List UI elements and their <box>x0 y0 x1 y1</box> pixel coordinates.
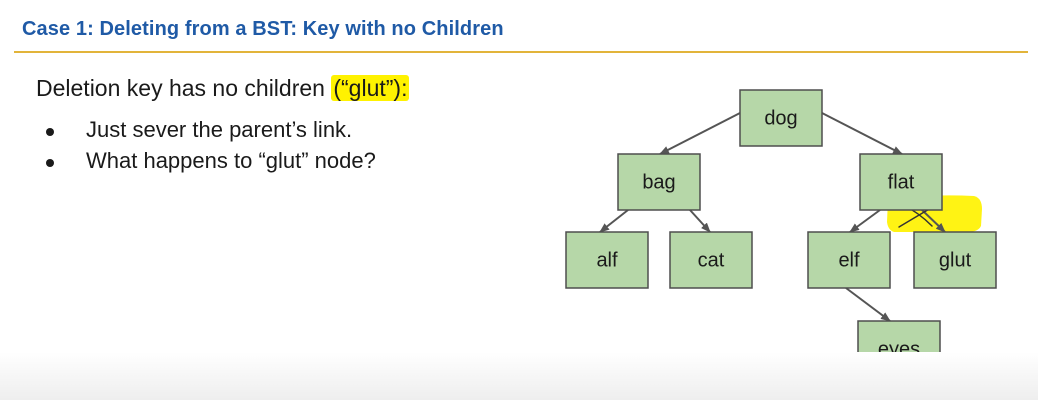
node-label: cat <box>698 249 725 271</box>
tree-node-cat: cat <box>669 231 753 289</box>
edge-bag-cat <box>689 209 711 233</box>
edge-elf-eyes <box>845 287 891 322</box>
bottom-fade <box>0 352 1038 400</box>
node-label: bag <box>642 171 675 193</box>
tree-node-bag: bag <box>617 153 701 211</box>
nodes-layer: dogbag flatalf cat elf gluteyes <box>565 89 997 378</box>
tree-node-alf: alf <box>565 231 649 289</box>
tree-node-elf: elf <box>807 231 891 289</box>
node-label: alf <box>596 249 618 271</box>
node-label: elf <box>838 249 860 271</box>
tree-node-glut: glut <box>913 231 997 289</box>
node-label: dog <box>764 107 797 129</box>
node-label: glut <box>939 249 972 271</box>
node-label: flat <box>888 171 915 193</box>
edge-dog-flat <box>821 112 903 155</box>
tree-node-flat: flat <box>859 153 943 211</box>
tree-node-dog: dog <box>739 89 823 147</box>
edge-flat-elf <box>849 209 881 233</box>
edge-bag-alf <box>599 209 629 233</box>
edge-dog-bag <box>659 112 741 155</box>
bst-diagram: dogbag flatalf cat elf gluteyes <box>565 89 997 378</box>
